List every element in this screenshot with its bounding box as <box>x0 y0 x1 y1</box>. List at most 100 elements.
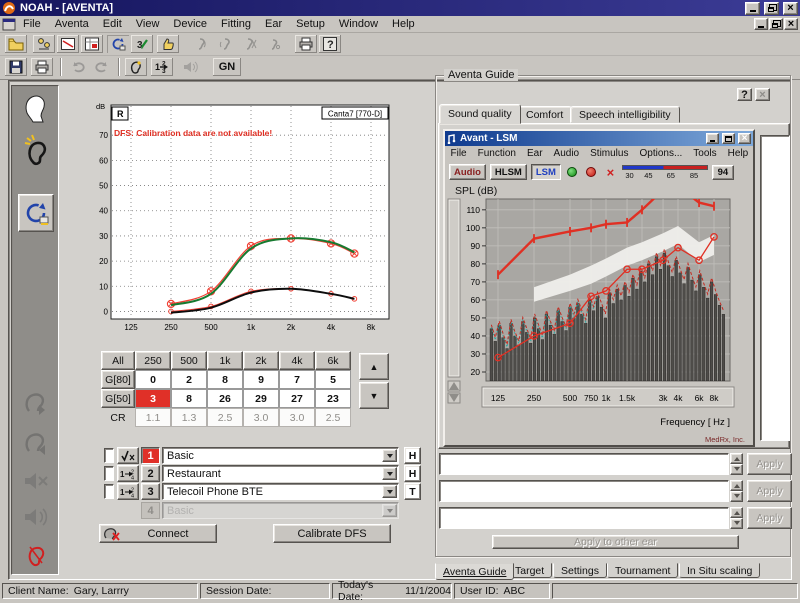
calibrate-dfs-button[interactable]: Calibrate DFS <box>273 524 391 543</box>
module-selection-icon[interactable] <box>106 34 130 54</box>
restore-button[interactable] <box>764 2 779 15</box>
g80-250[interactable]: 0 <box>135 370 171 389</box>
menu-item-fitting[interactable]: Fitting <box>214 17 258 31</box>
btab-settings[interactable]: Settings <box>553 563 607 578</box>
g50-1k[interactable]: 26 <box>207 389 243 408</box>
client-head-icon[interactable] <box>18 92 54 126</box>
menu-item-help[interactable]: Help <box>385 17 422 31</box>
auto-program-icon-2[interactable]: 124 <box>117 465 139 482</box>
suggestion-box-3[interactable] <box>439 507 729 529</box>
g80-2k[interactable]: 9 <box>243 370 279 389</box>
program-1-side-button[interactable]: H <box>404 447 421 464</box>
suggestion-box-1[interactable] <box>439 453 729 475</box>
start-icon[interactable] <box>565 165 580 180</box>
gn-button[interactable]: GN <box>212 57 242 77</box>
spin-down-1[interactable] <box>730 464 743 475</box>
in-situ-ear-icon[interactable] <box>18 538 54 572</box>
row-header-g80[interactable]: G[80] <box>101 370 135 389</box>
mdi-restore-button[interactable] <box>769 18 783 30</box>
ear-selection-icon[interactable] <box>18 134 54 168</box>
col-header-all[interactable]: All <box>101 351 135 370</box>
btab-aventa-guide[interactable]: Aventa Guide <box>435 563 514 580</box>
btab-tournament[interactable]: Tournament <box>607 563 678 578</box>
program-1-number[interactable]: 1 <box>141 447 160 464</box>
col-header-500[interactable]: 500 <box>171 351 207 370</box>
avant-close-button[interactable]: × <box>738 133 751 144</box>
g80-500[interactable]: 2 <box>171 370 207 389</box>
g50-2k[interactable]: 29 <box>243 389 279 408</box>
guide-help-button[interactable]: ? <box>737 88 752 101</box>
suggestion-box-2[interactable] <box>439 480 729 502</box>
minimize-button[interactable] <box>745 2 760 15</box>
avant-menu-help[interactable]: Help <box>722 148 754 159</box>
audiogram-icon[interactable] <box>56 34 80 54</box>
gain-down-button[interactable]: ▼ <box>359 382 389 409</box>
spin-down-2[interactable] <box>730 491 743 502</box>
connect-button[interactable]: Connect <box>99 524 217 543</box>
avant-menu-file[interactable]: File <box>445 148 472 159</box>
g50-500[interactable]: 8 <box>171 389 207 408</box>
btab-in-situ-scaling[interactable]: In Situ scaling <box>679 563 760 578</box>
row-header-g50[interactable]: G[50] <box>101 389 135 408</box>
record-icon[interactable] <box>584 165 599 180</box>
g50-4k[interactable]: 27 <box>279 389 315 408</box>
avant-menu-options[interactable]: Options... <box>634 148 688 159</box>
col-header-2k[interactable]: 2k <box>243 351 279 370</box>
audio-mode-button[interactable]: Audio <box>449 164 486 180</box>
program-2-side-button[interactable]: H <box>404 465 421 482</box>
tab-comfort[interactable]: Comfort <box>517 106 572 123</box>
g50-6k[interactable]: 23 <box>315 389 351 408</box>
program-2-flag[interactable] <box>104 466 114 481</box>
program-3-number[interactable]: 3 <box>141 483 160 500</box>
stop-icon[interactable]: × <box>603 165 618 180</box>
program-1-combo[interactable]: Basic <box>162 447 399 464</box>
program-3-side-button[interactable]: T <box>404 483 421 500</box>
level-slider[interactable]: 30 45 65 85 <box>622 163 708 181</box>
hearing-aid-program-icon[interactable] <box>124 57 148 77</box>
avant-maximize-button[interactable] <box>722 133 735 144</box>
col-header-6k[interactable]: 6k <box>315 351 351 370</box>
mdi-system-menu-icon[interactable] <box>2 18 16 31</box>
spin-down-3[interactable] <box>730 518 743 529</box>
guide-scroll-listbox[interactable] <box>760 135 790 441</box>
g80-4k[interactable]: 7 <box>279 370 315 389</box>
avant-menu-function[interactable]: Function <box>472 148 521 159</box>
help-icon[interactable]: ? <box>318 34 342 54</box>
apply-button-2[interactable]: Apply <box>747 480 792 502</box>
tab-sound-quality[interactable]: Sound quality <box>439 104 521 124</box>
avant-menu-ear[interactable]: Ear <box>521 148 548 159</box>
program-2-number[interactable]: 2 <box>141 465 160 482</box>
col-header-4k[interactable]: 4k <box>279 351 315 370</box>
g50-250-selected[interactable]: 3 <box>135 389 171 408</box>
menu-item-view[interactable]: View <box>129 17 167 31</box>
menu-item-file[interactable]: File <box>16 17 48 31</box>
program-transfer-icon[interactable]: 123 <box>150 57 174 77</box>
program-3-combo[interactable]: Telecoil Phone BTE <box>162 483 399 500</box>
apply-other-ear-button[interactable]: Apply to other ear <box>492 535 739 549</box>
menu-item-window[interactable]: Window <box>332 17 385 31</box>
menu-item-aventa[interactable]: Aventa <box>48 17 96 31</box>
hlsm-mode-button[interactable]: HLSM <box>490 164 527 180</box>
gain-up-button[interactable]: ▲ <box>359 353 389 380</box>
avant-menu-stimulus[interactable]: Stimulus <box>585 148 634 159</box>
program-1-dropdown-icon[interactable] <box>382 449 397 462</box>
manual-program-icon[interactable] <box>117 447 139 464</box>
avant-menu-tools[interactable]: Tools <box>688 148 722 159</box>
menu-item-ear[interactable]: Ear <box>258 17 289 31</box>
apply-button-1[interactable]: Apply <box>747 453 792 475</box>
program-1-flag[interactable] <box>104 448 114 463</box>
save-icon[interactable] <box>4 57 28 77</box>
col-header-1k[interactable]: 1k <box>207 351 243 370</box>
avant-menu-audio[interactable]: Audio <box>548 148 585 159</box>
auto-program-icon-3[interactable]: 124 <box>117 483 139 500</box>
lsm-mode-button[interactable]: LSM <box>531 164 561 180</box>
program-2-dropdown-icon[interactable] <box>382 467 397 480</box>
col-header-250[interactable]: 250 <box>135 351 171 370</box>
menu-item-setup[interactable]: Setup <box>289 17 332 31</box>
print-2-icon[interactable] <box>30 57 54 77</box>
journal-icon[interactable] <box>80 34 104 54</box>
spin-up-1[interactable] <box>730 453 743 464</box>
apply-button-3[interactable]: Apply <box>747 507 792 529</box>
g80-6k[interactable]: 5 <box>315 370 351 389</box>
program-3-flag[interactable] <box>104 484 114 499</box>
